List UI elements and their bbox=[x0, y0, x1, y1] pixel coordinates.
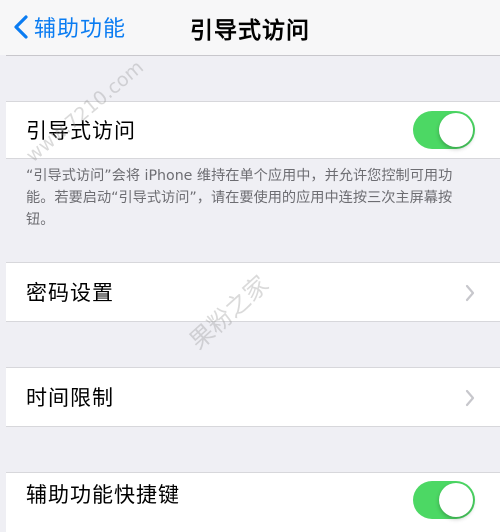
navigation-bar: 辅助功能 引导式访问 bbox=[0, 0, 500, 56]
chevron-right-icon bbox=[465, 284, 475, 306]
passcode-settings-row[interactable]: 密码设置 bbox=[6, 262, 500, 322]
guided-access-label: 引导式访问 bbox=[26, 119, 136, 143]
toggle-knob bbox=[439, 483, 473, 517]
guided-access-description: “引导式访问”会将 iPhone 维持在单个应用中，并允许您控制可用功能。若要启… bbox=[26, 168, 453, 228]
time-limits-row[interactable]: 时间限制 bbox=[6, 367, 500, 427]
passcode-settings-label: 密码设置 bbox=[26, 281, 114, 305]
page-title: 引导式访问 bbox=[190, 17, 310, 44]
accessibility-shortcut-toggle[interactable] bbox=[413, 481, 475, 519]
chevron-right-icon bbox=[465, 389, 475, 411]
guided-access-toggle[interactable] bbox=[413, 111, 475, 149]
guided-access-row: 引导式访问 bbox=[6, 101, 500, 159]
accessibility-shortcut-row: 辅助功能快捷键 bbox=[6, 472, 500, 532]
accessibility-shortcut-label: 辅助功能快捷键 bbox=[26, 482, 180, 507]
time-limits-label: 时间限制 bbox=[26, 386, 114, 410]
toggle-knob bbox=[439, 113, 473, 147]
